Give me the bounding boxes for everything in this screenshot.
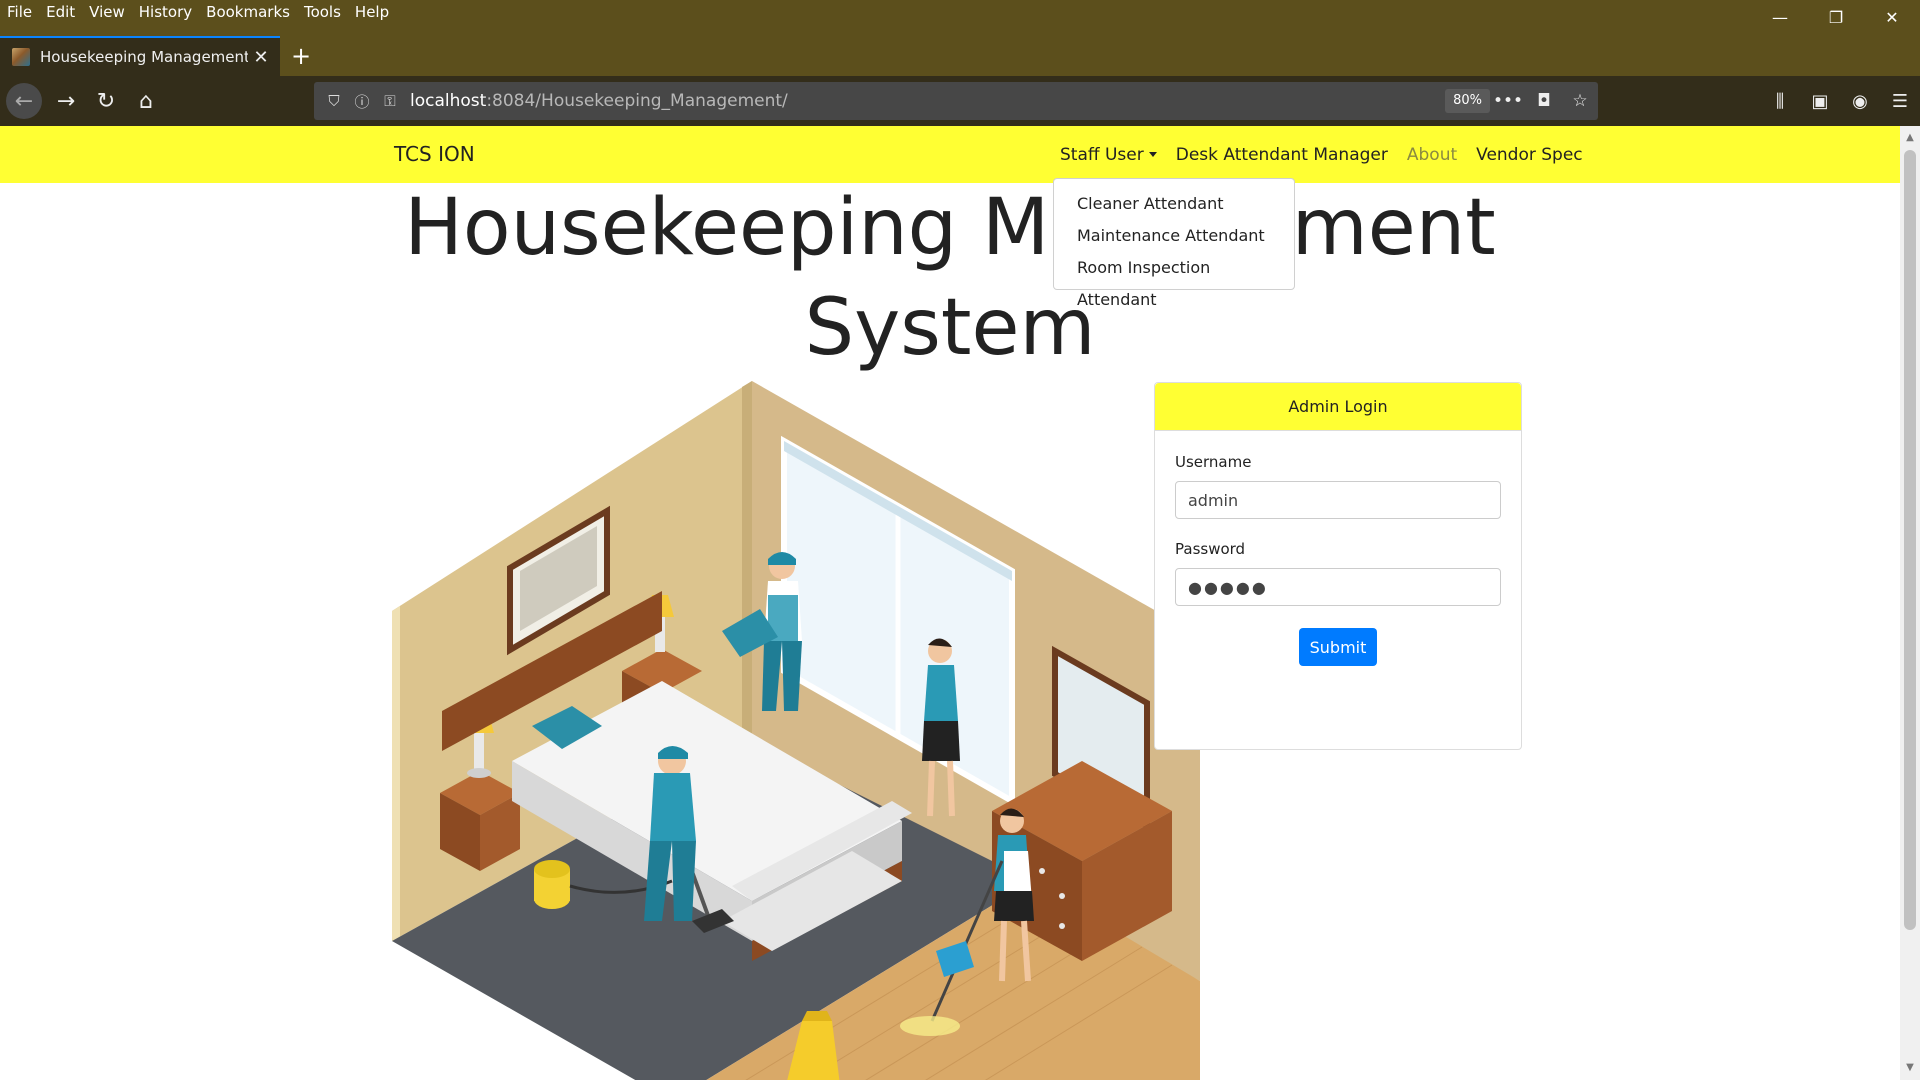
housekeeping-illustration bbox=[392, 381, 1200, 1080]
username-input[interactable] bbox=[1175, 481, 1501, 519]
nav-staff-user[interactable]: Staff User bbox=[1060, 145, 1157, 165]
scrollbar-thumb[interactable] bbox=[1904, 150, 1916, 930]
tab-housekeeping[interactable]: Housekeeping Management Sy ✕ bbox=[0, 36, 280, 76]
more-actions-icon[interactable]: ••• bbox=[1490, 91, 1526, 111]
shield-icon[interactable]: ⛉ bbox=[320, 92, 348, 110]
nav-staff-user-label: Staff User bbox=[1060, 144, 1144, 165]
staff-user-dropdown: Cleaner Attendant Maintenance Attendant … bbox=[1053, 178, 1295, 309]
back-icon[interactable]: ← bbox=[6, 83, 42, 119]
site-navbar: TCS ION Staff User Desk Attendant Manage… bbox=[0, 126, 1900, 183]
sidebar-icon[interactable]: ▣ bbox=[1800, 83, 1840, 119]
page-scrollbar[interactable]: ▲ ▼ bbox=[1900, 126, 1920, 1080]
menu-file[interactable]: File bbox=[0, 0, 39, 24]
reload-icon[interactable]: ↻ bbox=[88, 83, 124, 119]
favicon-icon bbox=[12, 48, 30, 66]
page-viewport: TCS ION Staff User Desk Attendant Manage… bbox=[0, 126, 1900, 1080]
forward-icon[interactable]: → bbox=[48, 83, 84, 119]
password-input[interactable] bbox=[1175, 568, 1501, 606]
brand-link[interactable]: TCS ION bbox=[394, 142, 475, 166]
scroll-down-icon[interactable]: ▼ bbox=[1900, 1058, 1920, 1078]
nav-vendor-spec[interactable]: Vendor Spec bbox=[1476, 145, 1583, 165]
menu-help[interactable]: Help bbox=[348, 0, 396, 24]
tab-strip: Housekeeping Management Sy ✕ + bbox=[0, 24, 1920, 76]
menu-view[interactable]: View bbox=[82, 0, 132, 24]
home-icon[interactable]: ⌂ bbox=[128, 83, 164, 119]
info-icon[interactable]: ⓘ bbox=[348, 91, 376, 112]
close-tab-icon[interactable]: ✕ bbox=[248, 44, 274, 70]
nav-desk-attendant-manager[interactable]: Desk Attendant Manager bbox=[1176, 145, 1388, 165]
submit-button[interactable]: Submit bbox=[1299, 628, 1377, 666]
url-host: localhost bbox=[410, 91, 487, 111]
key-icon[interactable]: ⚿ bbox=[376, 92, 404, 110]
login-card-header: Admin Login bbox=[1155, 383, 1521, 431]
dropdown-item-cleaner[interactable]: Cleaner Attendant bbox=[1054, 188, 1294, 220]
tab-title: Housekeeping Management Sy bbox=[40, 48, 248, 66]
nav-about[interactable]: About bbox=[1407, 145, 1457, 165]
scroll-up-icon[interactable]: ▲ bbox=[1900, 128, 1920, 148]
hamburger-menu-icon[interactable]: ☰ bbox=[1880, 83, 1920, 119]
admin-login-card: Admin Login Username Password Submit bbox=[1154, 382, 1522, 750]
dropdown-item-maintenance[interactable]: Maintenance Attendant bbox=[1054, 220, 1294, 252]
bookmark-star-icon[interactable]: ☆ bbox=[1562, 91, 1598, 111]
login-form: Username Password Submit bbox=[1155, 431, 1521, 666]
account-icon[interactable]: ◉ bbox=[1840, 83, 1880, 119]
library-icon[interactable]: ⫼ bbox=[1760, 83, 1800, 119]
page-title: Housekeeping Management System bbox=[0, 178, 1900, 378]
browser-toolbar: ← → ↻ ⌂ ⛉ ⓘ ⚿ localhost:8084/Housekeepin… bbox=[0, 76, 1920, 126]
dropdown-item-room-inspection[interactable]: Room Inspection Attendant bbox=[1054, 252, 1294, 309]
zoom-badge[interactable]: 80% bbox=[1445, 89, 1490, 113]
menu-bookmarks[interactable]: Bookmarks bbox=[199, 0, 297, 24]
menu-history[interactable]: History bbox=[132, 0, 199, 24]
nav-links: Staff User Desk Attendant Manager About … bbox=[1060, 126, 1602, 183]
caret-down-icon bbox=[1148, 152, 1157, 157]
password-label: Password bbox=[1175, 540, 1246, 558]
username-label: Username bbox=[1175, 453, 1252, 471]
menu-bar: File Edit View History Bookmarks Tools H… bbox=[0, 0, 1920, 24]
page-title-line1: Housekeeping Management bbox=[404, 183, 1496, 273]
url-bar[interactable]: ⛉ ⓘ ⚿ localhost:8084/Housekeeping_Manage… bbox=[314, 82, 1598, 120]
url-path: :8084/Housekeeping_Management/ bbox=[486, 91, 788, 111]
menu-tools[interactable]: Tools bbox=[297, 0, 348, 24]
new-tab-icon[interactable]: + bbox=[288, 44, 314, 70]
pocket-icon[interactable]: ◘ bbox=[1526, 91, 1562, 111]
page-title-line2: System bbox=[804, 283, 1096, 373]
menu-edit[interactable]: Edit bbox=[39, 0, 82, 24]
